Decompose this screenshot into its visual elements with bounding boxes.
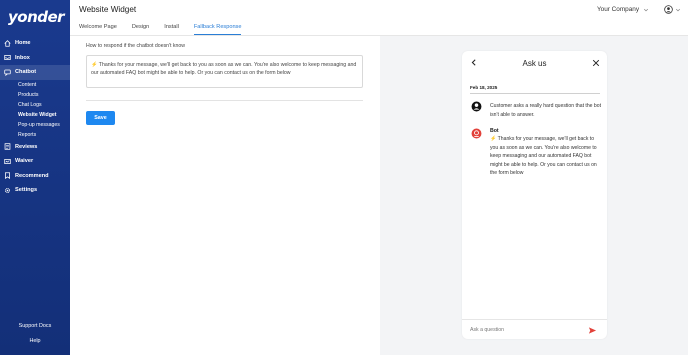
sidebar-item-label: Reviews bbox=[15, 143, 38, 150]
sidebar-item-label: Recommend bbox=[15, 172, 49, 179]
divider bbox=[86, 100, 363, 101]
logo: yonder bbox=[8, 8, 65, 26]
sidebar-item-recommend[interactable]: Recommend bbox=[0, 169, 70, 184]
company-name: Your Company bbox=[597, 6, 640, 13]
date-divider bbox=[470, 93, 600, 94]
user-message: Customer asks a really hard question tha… bbox=[490, 103, 601, 118]
fallback-label: How to respond if the chatbot doesn't kn… bbox=[86, 43, 186, 49]
inbox-icon bbox=[4, 55, 11, 61]
sidebar: yonder Home Inbox Chatbot Content Produc… bbox=[0, 0, 70, 355]
bot-avatar-icon bbox=[471, 128, 482, 139]
sidebar-item-inbox[interactable]: Inbox bbox=[0, 51, 70, 66]
sidebar-subitem-reports[interactable]: Reports bbox=[0, 130, 70, 140]
sidebar-item-label: Home bbox=[15, 40, 31, 47]
recommend-icon bbox=[5, 172, 10, 180]
fallback-form: How to respond if the chatbot doesn't kn… bbox=[70, 36, 380, 355]
sidebar-item-chatbot[interactable]: Chatbot bbox=[0, 65, 70, 80]
chat-date: Feb 18, 2025 bbox=[470, 85, 498, 90]
chat-icon bbox=[4, 69, 11, 76]
tab-design[interactable]: Design bbox=[132, 24, 149, 35]
company-selector[interactable]: Your Company bbox=[597, 6, 649, 13]
sidebar-subitem-content[interactable]: Content bbox=[0, 80, 70, 90]
reviews-icon bbox=[4, 143, 11, 150]
sidebar-subitem-chat-logs[interactable]: Chat Logs bbox=[0, 100, 70, 110]
input-divider bbox=[462, 319, 607, 320]
home-icon bbox=[4, 39, 11, 47]
tab-bar: Welcome Page Design Install Fallback Res… bbox=[79, 24, 256, 35]
header: Website Widget Welcome Page Design Insta… bbox=[70, 0, 688, 36]
tab-install[interactable]: Install bbox=[164, 24, 179, 35]
sidebar-subitem-website-widget[interactable]: Website Widget bbox=[0, 110, 70, 120]
bot-name: Bot bbox=[490, 128, 499, 134]
sidebar-item-label: Chatbot bbox=[15, 69, 37, 76]
sidebar-subitem-popup-messages[interactable]: Pop-up messages bbox=[0, 120, 70, 130]
save-button[interactable]: Save bbox=[86, 111, 115, 125]
fallback-response-field[interactable]: ⚡ Thanks for your message, we'll get bac… bbox=[86, 55, 363, 88]
tab-welcome-page[interactable]: Welcome Page bbox=[79, 24, 117, 35]
bot-message: ⚡ Thanks for your message, we'll get bac… bbox=[490, 136, 597, 177]
close-icon[interactable] bbox=[592, 59, 600, 67]
sidebar-subitem-products[interactable]: Products bbox=[0, 90, 70, 100]
sidebar-nav: Home Inbox Chatbot Content Products Chat… bbox=[0, 36, 70, 198]
support-docs-link[interactable]: Support Docs bbox=[0, 323, 70, 329]
user-icon bbox=[664, 5, 673, 14]
sidebar-item-reviews[interactable]: Reviews bbox=[0, 140, 70, 155]
user-avatar-icon bbox=[471, 101, 482, 112]
sidebar-item-waiver[interactable]: Waiver bbox=[0, 154, 70, 169]
chat-input[interactable] bbox=[470, 327, 580, 333]
chat-widget-preview: Ask us Feb 18, 2025 Customer asks a real… bbox=[462, 51, 607, 339]
page-title: Website Widget bbox=[79, 5, 137, 14]
send-icon[interactable] bbox=[588, 326, 597, 335]
chevron-down-icon bbox=[675, 8, 681, 11]
sidebar-item-settings[interactable]: Settings bbox=[0, 183, 70, 198]
widget-preview-area: Ask us Feb 18, 2025 Customer asks a real… bbox=[380, 36, 688, 355]
sidebar-item-label: Waiver bbox=[15, 158, 34, 165]
sidebar-item-home[interactable]: Home bbox=[0, 36, 70, 51]
tab-fallback-response[interactable]: Fallback Response bbox=[193, 24, 242, 35]
chat-header: Ask us bbox=[462, 51, 607, 77]
sidebar-item-label: Settings bbox=[15, 187, 38, 194]
chevron-down-icon bbox=[643, 8, 649, 11]
chat-title: Ask us bbox=[522, 59, 547, 68]
help-link[interactable]: Help bbox=[0, 338, 70, 344]
sidebar-item-label: Inbox bbox=[15, 54, 30, 61]
gear-icon bbox=[5, 187, 10, 193]
account-menu[interactable] bbox=[664, 5, 681, 14]
waiver-icon bbox=[4, 158, 11, 164]
